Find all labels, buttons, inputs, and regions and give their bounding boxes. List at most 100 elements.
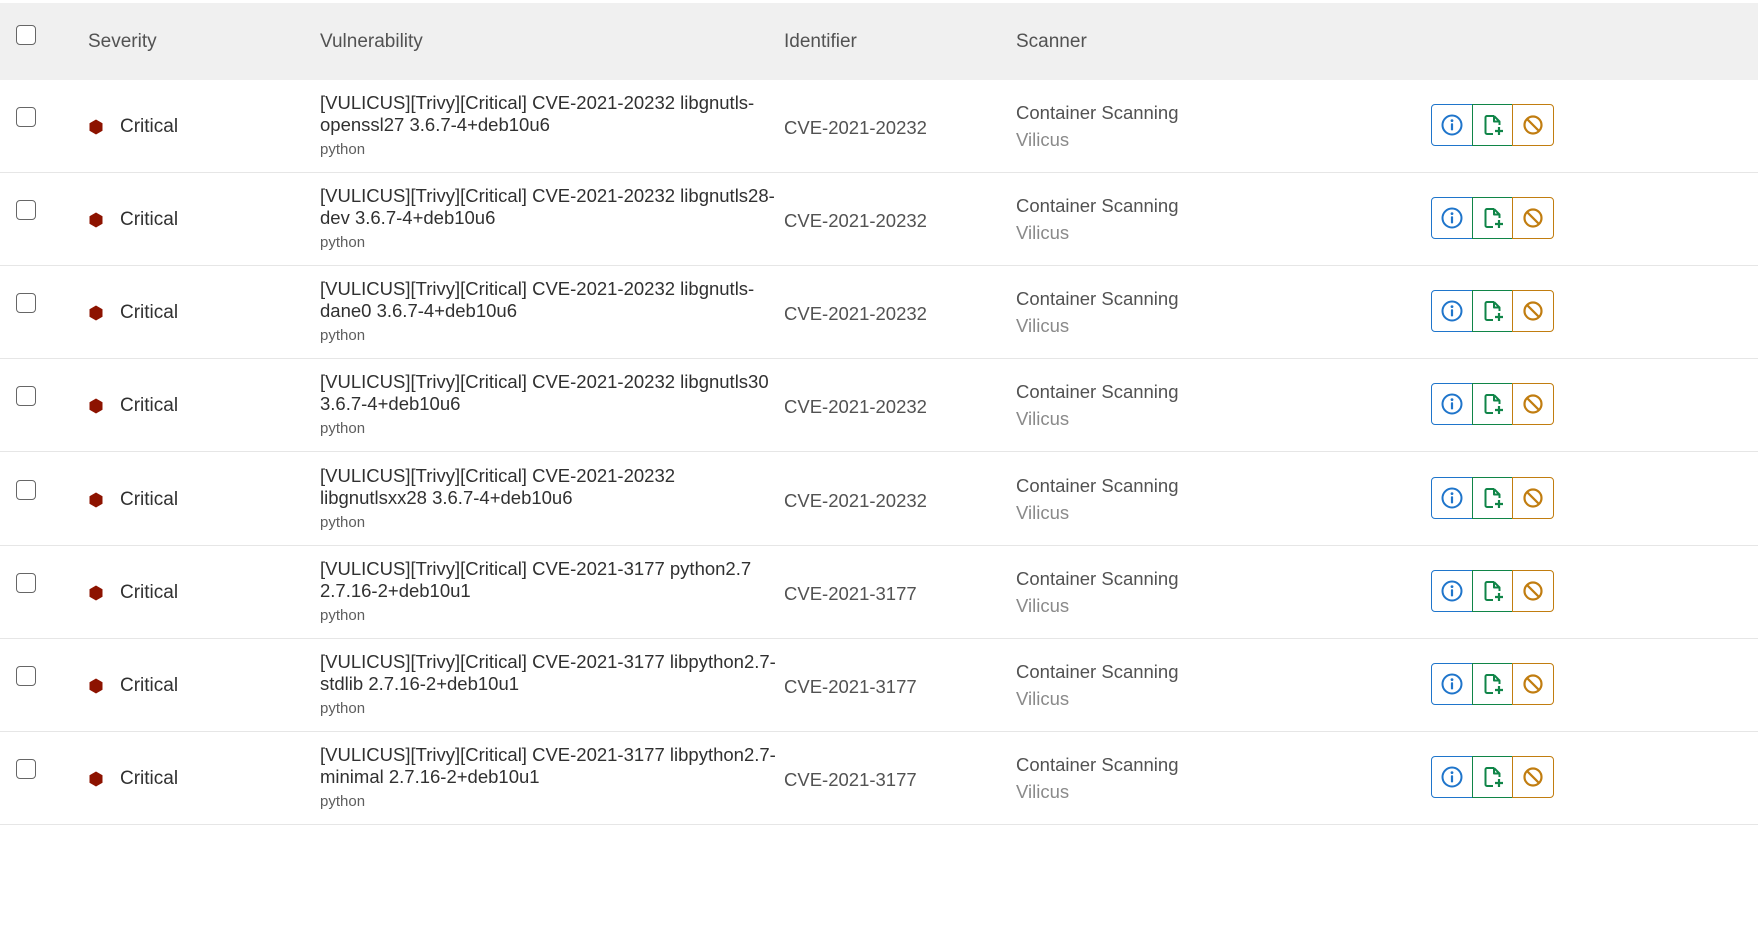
more-info-button[interactable] [1431,663,1473,705]
select-all-checkbox[interactable] [16,25,36,45]
scanner-name: Container Scanning [1016,568,1179,589]
vulnerability-title[interactable]: [VULICUS][Trivy][Critical] CVE-2021-2023… [320,278,780,322]
scanner-name: Container Scanning [1016,288,1179,309]
information-circle-icon [1441,300,1463,322]
information-circle-icon [1441,207,1463,229]
severity-label: Critical [120,395,179,416]
information-circle-icon [1441,393,1463,415]
header-severity[interactable]: Severity [88,31,157,53]
dismiss-button[interactable] [1512,663,1554,705]
critical-hexagon-icon [89,305,103,321]
row-checkbox[interactable] [16,200,36,220]
scanner-vendor: Vilicus [1016,129,1070,150]
create-issue-button[interactable] [1471,383,1514,425]
dismiss-button[interactable] [1512,477,1554,519]
cancel-icon [1523,301,1543,321]
identifier: CVE-2021-20232 [784,210,927,231]
critical-hexagon-icon [89,119,103,135]
row-actions [1431,756,1554,798]
more-info-button[interactable] [1431,383,1473,425]
table-row: Critical [VULICUS][Trivy][Critical] CVE-… [0,453,1758,546]
critical-hexagon-icon [89,398,103,414]
header-scanner[interactable]: Scanner [1016,31,1087,53]
dismiss-button[interactable] [1512,197,1554,239]
dismiss-button[interactable] [1512,756,1554,798]
vulnerability-title[interactable]: [VULICUS][Trivy][Critical] CVE-2021-3177… [320,744,780,788]
table-row: Critical [VULICUS][Trivy][Critical] CVE-… [0,639,1758,732]
vulnerability-project: python [320,141,366,158]
vulnerability-title[interactable]: [VULICUS][Trivy][Critical] CVE-2021-2023… [320,92,780,136]
issue-new-icon [1484,767,1503,787]
vulnerability-title[interactable]: [VULICUS][Trivy][Critical] CVE-2021-3177… [320,558,780,602]
more-info-button[interactable] [1431,570,1473,612]
row-checkbox[interactable] [16,386,36,406]
more-info-button[interactable] [1431,197,1473,239]
create-issue-button[interactable] [1471,756,1514,798]
scanner-vendor: Vilicus [1016,688,1070,709]
issue-new-icon [1484,581,1503,601]
header-identifier[interactable]: Identifier [784,31,857,53]
scanner-vendor: Vilicus [1016,222,1070,243]
information-circle-icon [1441,673,1463,695]
scanner-name: Container Scanning [1016,102,1179,123]
create-issue-button[interactable] [1471,290,1514,332]
vulnerability-title[interactable]: [VULICUS][Trivy][Critical] CVE-2021-2023… [320,465,780,509]
vulnerability-project: python [320,607,366,624]
severity-label: Critical [120,489,179,510]
dismiss-button[interactable] [1512,383,1554,425]
critical-hexagon-icon [89,492,103,508]
create-issue-button[interactable] [1471,104,1514,146]
create-issue-button[interactable] [1471,477,1514,519]
cancel-icon [1523,581,1543,601]
information-circle-icon [1441,580,1463,602]
vulnerability-project: python [320,700,366,717]
row-checkbox[interactable] [16,666,36,686]
more-info-button[interactable] [1431,290,1473,332]
issue-new-icon [1484,208,1503,228]
vulnerability-title[interactable]: [VULICUS][Trivy][Critical] CVE-2021-3177… [320,651,780,695]
severity-label: Critical [120,209,179,230]
vulnerability-project: python [320,793,366,810]
row-checkbox[interactable] [16,293,36,313]
cancel-icon [1523,767,1543,787]
severity-badge: Critical [88,209,178,231]
more-info-button[interactable] [1431,477,1473,519]
row-checkbox[interactable] [16,480,36,500]
row-checkbox[interactable] [16,573,36,593]
scanner-name: Container Scanning [1016,475,1179,496]
issue-new-icon [1484,674,1503,694]
vulnerability-project: python [320,514,366,531]
more-info-button[interactable] [1431,104,1473,146]
dismiss-button[interactable] [1512,104,1554,146]
cancel-icon [1523,674,1543,694]
dismiss-button[interactable] [1512,290,1554,332]
severity-badge: Critical [88,489,178,511]
row-actions [1431,570,1554,612]
vulnerability-title[interactable]: [VULICUS][Trivy][Critical] CVE-2021-2023… [320,371,780,415]
severity-label: Critical [120,116,179,137]
severity-badge: Critical [88,395,178,417]
vulnerability-project: python [320,420,366,437]
scanner-name: Container Scanning [1016,754,1179,775]
create-issue-button[interactable] [1471,197,1514,239]
scanner-vendor: Vilicus [1016,781,1070,802]
issue-new-icon [1484,488,1503,508]
vulnerability-project: python [320,327,366,344]
scanner-vendor: Vilicus [1016,408,1070,429]
severity-label: Critical [120,302,179,323]
dismiss-button[interactable] [1512,570,1554,612]
identifier: CVE-2021-20232 [784,117,927,138]
row-checkbox[interactable] [16,107,36,127]
severity-badge: Critical [88,582,178,604]
information-circle-icon [1441,114,1463,136]
identifier: CVE-2021-3177 [784,583,917,604]
header-vulnerability[interactable]: Vulnerability [320,31,423,53]
vulnerability-title[interactable]: [VULICUS][Trivy][Critical] CVE-2021-2023… [320,185,780,229]
severity-badge: Critical [88,768,178,790]
row-checkbox[interactable] [16,759,36,779]
table-row: Critical [VULICUS][Trivy][Critical] CVE-… [0,732,1758,825]
create-issue-button[interactable] [1471,570,1514,612]
more-info-button[interactable] [1431,756,1473,798]
scanner-name: Container Scanning [1016,661,1179,682]
create-issue-button[interactable] [1471,663,1514,705]
